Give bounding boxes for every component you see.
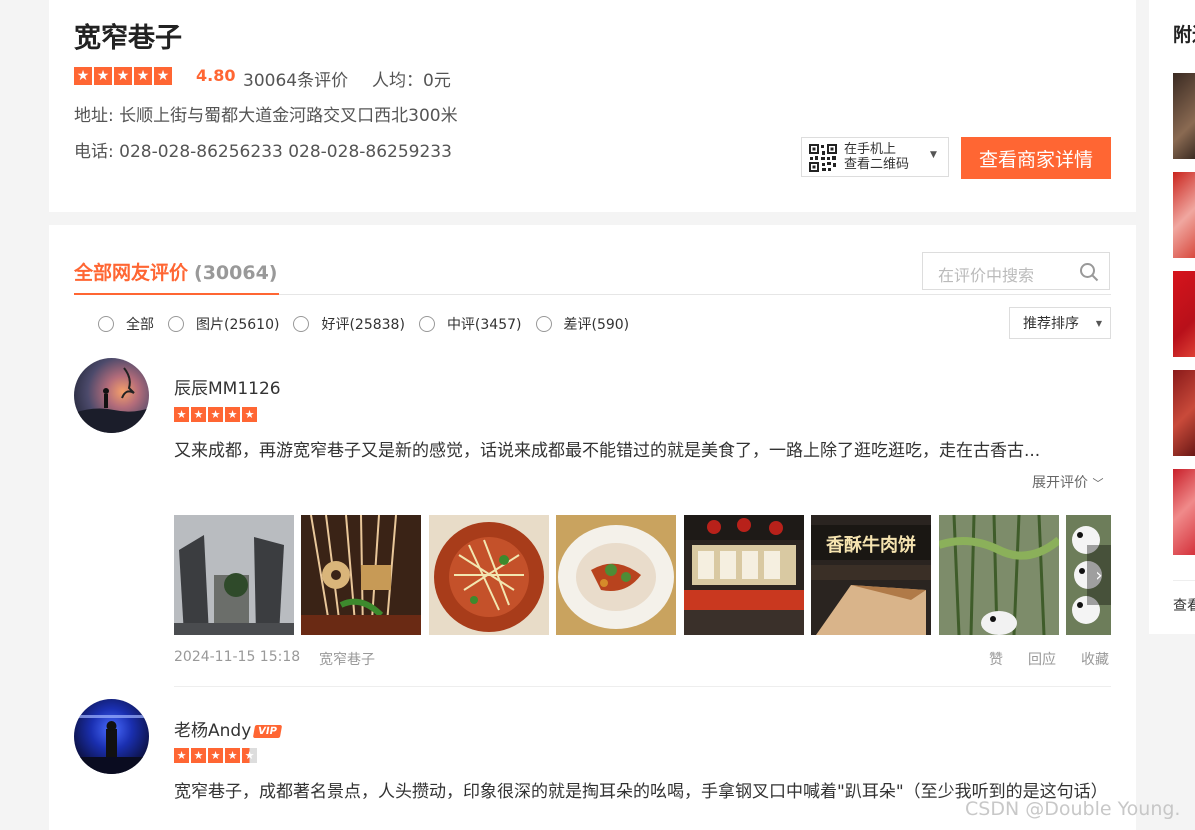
star-icon: ★ — [74, 67, 92, 85]
silhouette-icon — [74, 715, 149, 774]
shop-address: 地址: 长顺上街与蜀都大道金河路交叉口西北300米 — [74, 106, 458, 126]
star-icon: ★ — [174, 407, 189, 422]
expand-label: 展开评价 — [1032, 475, 1088, 491]
silhouette-icon — [74, 367, 149, 433]
qr-code-icon — [808, 143, 838, 173]
review-photo[interactable] — [556, 515, 676, 635]
star-icon: ★ — [114, 67, 132, 85]
reply-button[interactable]: 回应 — [1028, 649, 1056, 669]
review-photo[interactable] — [684, 515, 804, 635]
filter-neutral[interactable]: 中评(3457) — [418, 314, 522, 334]
active-tab-underline — [74, 293, 279, 295]
review-shop-link[interactable]: 宽窄巷子 — [319, 649, 375, 669]
filter-label: 好评(25838) — [321, 317, 405, 333]
search-input[interactable]: 在评价中搜索 — [938, 262, 1034, 286]
review-filter-group: 全部 图片(25610) 好评(25838) 中评(3457) 差评(590) — [98, 314, 643, 334]
avg-price: 人均：0元 — [372, 71, 451, 91]
half-star-icon: ★ — [242, 748, 257, 763]
sort-label: 推荐排序 — [1023, 316, 1079, 332]
shop-info-card: 宽窄巷子 ★ ★ ★ ★ ★ 4.80 30064条评价 人均：0元 地址: 长… — [49, 0, 1136, 212]
avatar[interactable] — [74, 699, 149, 774]
star-icon: ★ — [191, 748, 206, 763]
radio-button[interactable] — [535, 316, 552, 332]
nearby-thumbnail[interactable] — [1173, 370, 1195, 456]
expand-review-link[interactable]: 展开评价 ﹀ — [1032, 472, 1103, 492]
filter-positive[interactable]: 好评(25838) — [293, 314, 405, 334]
star-icon: ★ — [225, 748, 240, 763]
favorite-button[interactable]: 收藏 — [1081, 649, 1109, 669]
review-search-box[interactable]: 在评价中搜索 — [922, 252, 1110, 290]
filter-all[interactable]: 全部 — [98, 314, 154, 334]
filter-photos[interactable]: 图片(25610) — [168, 314, 279, 334]
shop-name: 宽窄巷子 — [74, 23, 182, 54]
star-icon: ★ — [94, 67, 112, 85]
filter-label: 差评(590) — [563, 317, 630, 333]
star-icon: ★ — [208, 407, 223, 422]
nearby-sidebar: 附近 查看更多 — [1149, 0, 1195, 634]
chevron-down-icon: ﹀ — [1092, 477, 1104, 490]
star-icon: ★ — [208, 748, 223, 763]
caret-down-icon: ▼ — [930, 150, 937, 160]
filter-negative[interactable]: 差评(590) — [535, 314, 630, 334]
review-photo[interactable] — [174, 515, 294, 635]
review-date: 2024-11-15 15:18 — [174, 649, 301, 665]
review-rating-stars: ★ ★ ★ ★ ★ — [174, 748, 257, 763]
nearby-thumbnail[interactable] — [1173, 469, 1195, 555]
filter-label: 全部 — [126, 317, 154, 333]
qr-label-line1: 在手机上 — [844, 142, 897, 157]
filter-label: 图片(25610) — [196, 317, 280, 333]
reviewer-name[interactable]: 老杨Andy VIP — [174, 716, 283, 741]
tab-all-reviews[interactable]: 全部网友评价 (30064) — [74, 258, 277, 285]
star-icon: ★ — [134, 67, 152, 85]
sort-dropdown[interactable]: 推荐排序 ▼ — [1009, 307, 1111, 339]
like-button[interactable]: 赞 — [989, 649, 1003, 669]
search-icon[interactable] — [1079, 262, 1099, 282]
tab-count: (30064) — [194, 262, 278, 284]
shop-phone: 电话: 028-028-86256233 028-028-86259233 — [74, 142, 452, 162]
nearby-thumbnail[interactable] — [1173, 271, 1195, 357]
review-photo[interactable] — [301, 515, 421, 635]
qr-code-dropdown[interactable]: 在手机上 查看二维码 ▼ — [801, 137, 949, 177]
radio-button[interactable] — [168, 316, 184, 332]
tab-label: 全部网友评价 — [74, 262, 189, 284]
star-icon: ★ — [174, 748, 189, 763]
nearby-thumbnail[interactable] — [1173, 73, 1195, 159]
review-photo[interactable] — [939, 515, 1059, 635]
reviewer-name-text: 老杨Andy — [174, 721, 252, 741]
review-photo[interactable] — [429, 515, 549, 635]
star-icon: ★ — [242, 407, 257, 422]
chevron-right-icon[interactable]: › — [1087, 545, 1111, 605]
shop-score: 4.80 — [196, 66, 236, 85]
reviewer-name[interactable]: 辰辰MM1126 — [174, 374, 281, 399]
star-icon: ★ — [154, 67, 172, 85]
review-text: 又来成都，再游宽窄巷子又是新的感觉，话说来成都最不能错过的就是美食了，一路上除了… — [174, 441, 1041, 461]
svg-text:香酥牛肉饼: 香酥牛肉饼 — [825, 534, 916, 556]
sidebar-title: 附近 — [1173, 24, 1195, 46]
review-photo[interactable]: 香酥牛肉饼 — [811, 515, 931, 635]
star-icon: ★ — [191, 407, 206, 422]
caret-down-icon: ▼ — [1095, 319, 1102, 328]
review-count-link[interactable]: 30064条评价 — [243, 66, 348, 91]
reviews-card: 全部网友评价 (30064) 在评价中搜索 全部 图片(25610) 好评(258… — [49, 225, 1136, 830]
vip-badge: VIP — [253, 724, 283, 738]
avatar[interactable] — [74, 358, 149, 433]
filter-label: 中评(3457) — [446, 317, 522, 333]
sidebar-divider — [1173, 580, 1195, 581]
shop-rating-stars: ★ ★ ★ ★ ★ — [74, 67, 172, 85]
star-icon: ★ — [225, 407, 240, 422]
qr-label-line2: 查看二维码 — [844, 157, 910, 172]
review-photo-strip: 香酥牛肉饼 › — [174, 515, 1111, 635]
review-rating-stars: ★ ★ ★ ★ ★ — [174, 407, 257, 422]
radio-button[interactable] — [293, 316, 310, 332]
watermark: CSDN @Double Young. — [965, 798, 1181, 820]
radio-button[interactable] — [418, 316, 435, 332]
radio-button[interactable] — [98, 316, 114, 332]
nearby-thumbnail[interactable] — [1173, 172, 1195, 258]
view-more-link[interactable]: 查看更多 — [1173, 595, 1195, 615]
view-shop-details-button[interactable]: 查看商家详情 — [961, 137, 1111, 179]
review-divider — [174, 686, 1111, 687]
